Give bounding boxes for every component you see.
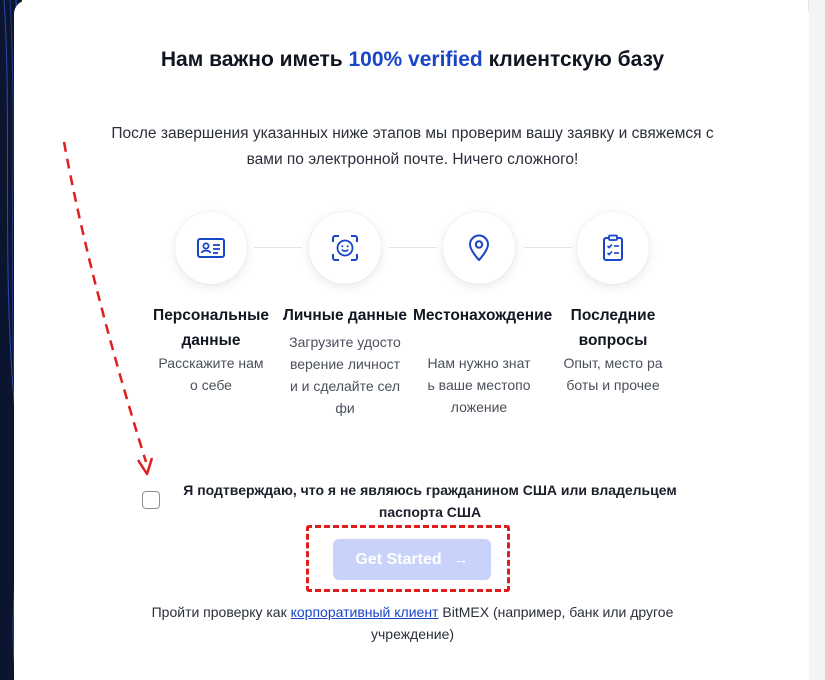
arrow-right-icon: →	[453, 551, 469, 568]
corporate-client-note: Пройти проверку как корпоративный клиент…	[145, 601, 680, 645]
get-started-button[interactable]: Get Started →	[333, 539, 491, 580]
us-citizen-confirm-checkbox[interactable]	[142, 491, 160, 509]
confirm-label: Я подтверждаю, что я не являюсь граждани…	[183, 482, 677, 520]
footer-text-before: Пройти проверку как	[151, 604, 291, 620]
get-started-label: Get Started	[355, 550, 442, 568]
corporate-client-link[interactable]: корпоративный клиент	[291, 604, 439, 620]
